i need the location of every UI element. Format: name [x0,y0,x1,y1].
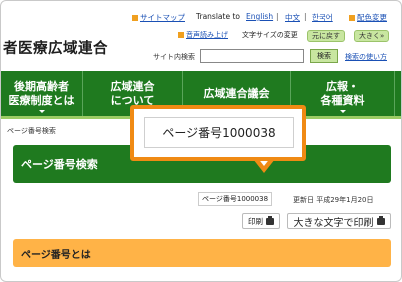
nav-item-label: 後期高齢者 医療制度とは [8,79,75,107]
chevron-down-icon [38,110,45,113]
breadcrumb: ページ番号検索 [7,127,56,135]
chevron-down-icon [339,110,346,113]
nav-item-label: 広域連合 について [110,79,155,107]
printer-icon [376,215,385,225]
square-bullet-icon [349,14,355,21]
square-bullet-icon [132,14,138,21]
square-bullet-icon [178,32,184,38]
section-heading: ページ番号とは [13,239,391,267]
large-print-button[interactable]: 大きな文字で印刷 [287,213,391,229]
callout-page-number: ページ番号1000038 [144,117,294,148]
nav-item-label: 広域連合議会 [203,86,270,100]
lang-sep-1: | [276,12,279,21]
nav-item-system[interactable]: 後期高齢者 医療制度とは [1,71,83,116]
english-link[interactable]: English [246,12,273,21]
large-print-label: 大きな文字で印刷 [293,217,374,229]
text-larger-button[interactable]: 大きく» [354,30,390,42]
text-reset-button[interactable]: 元に戻す [307,30,345,42]
updated-date: 更新日 平成29年1月20日 [293,196,374,204]
lang-sep-2: | [304,12,307,21]
voice-read-link[interactable]: 音声読み上げ [178,30,228,40]
screenshot-frame: サイトマップ Translate to English | 中文 | 한국어 配… [0,0,402,282]
print-label: 印刷 [248,216,263,226]
color-change-link[interactable]: 配色変更 [349,12,387,23]
search-input[interactable] [200,49,304,63]
print-button[interactable]: 印刷 [242,213,280,229]
sitemap-link[interactable]: サイトマップ [132,12,185,23]
utility-bar: サイトマップ Translate to English | 中文 | 한국어 配… [1,12,401,26]
search-button[interactable]: 検索 [310,49,338,63]
printer-icon [266,215,274,225]
search-row: サイト内検索 検索 検索の使い方 [1,49,401,65]
nav-item-publications[interactable]: 広報・ 各種資料 [291,71,395,116]
korean-link[interactable]: 한국어 [312,12,333,23]
search-help-link[interactable]: 検索の使い方 [345,52,387,62]
text-size-label: 文字サイズの変更 [242,31,298,39]
chinese-link[interactable]: 中文 [285,12,300,23]
page-number-box: ページ番号1000038 [198,192,273,206]
nav-item-label: 広報・ 各種資料 [320,79,365,107]
zoom-callout: ページ番号1000038 [130,105,306,161]
translate-label: Translate to [196,12,240,21]
search-label: サイト内検索 [153,53,195,61]
